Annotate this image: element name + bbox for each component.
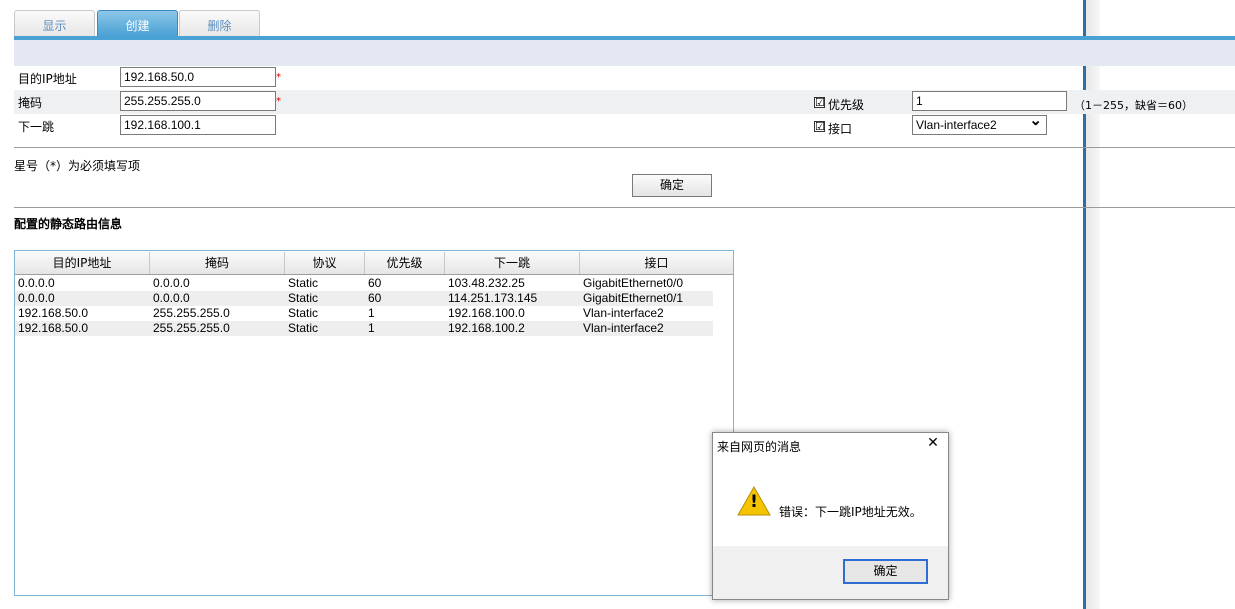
table-row[interactable]: 0.0.0.0 0.0.0.0 Static 60 114.251.173.14… bbox=[15, 291, 713, 306]
divider bbox=[14, 147, 1235, 148]
table-row[interactable]: 192.168.50.0 255.255.255.0 Static 1 192.… bbox=[15, 321, 713, 336]
column-header-interface[interactable]: 接口 bbox=[580, 252, 733, 274]
form-row-next-hop: 下一跳 192.168.100.1 ☑ 接口 Vlan-interface2 ⌄ bbox=[14, 112, 1235, 138]
priority-input[interactable]: 1 bbox=[912, 91, 1067, 111]
next-hop-input[interactable]: 192.168.100.1 bbox=[120, 115, 276, 135]
message-dialog: 来自网页的消息 ✕ ! 错误：下一跳IP地址无效。 确定 bbox=[712, 432, 949, 600]
form-header-band bbox=[14, 40, 1235, 66]
cell-mask: 255.255.255.0 bbox=[153, 321, 230, 335]
cell-interface: GigabitEthernet0/1 bbox=[583, 291, 684, 305]
form-row-dest-ip: 目的IP地址 192.168.50.0 * bbox=[14, 66, 1235, 90]
required-mark: * bbox=[276, 96, 281, 107]
table-row[interactable]: 192.168.50.0 255.255.255.0 Static 1 192.… bbox=[15, 306, 713, 321]
priority-label: 优先级 bbox=[828, 98, 865, 112]
cell-protocol: Static bbox=[288, 306, 319, 320]
required-mark: * bbox=[276, 72, 281, 83]
form-row-mask: 掩码 255.255.255.0 * ☑ 优先级 1 （1－255，缺省＝60） bbox=[14, 90, 1235, 114]
cell-protocol: Static bbox=[288, 291, 319, 305]
cell-interface: Vlan-interface2 bbox=[583, 306, 664, 320]
column-header-next-hop[interactable]: 下一跳 bbox=[445, 252, 580, 274]
mask-input[interactable]: 255.255.255.0 bbox=[120, 91, 276, 111]
column-header-dest-ip[interactable]: 目的IP地址 bbox=[15, 252, 150, 274]
priority-hint: （1－255，缺省＝60） bbox=[1074, 99, 1193, 112]
cell-interface: Vlan-interface2 bbox=[583, 321, 664, 335]
interface-selected-value: Vlan-interface2 bbox=[916, 118, 997, 132]
warning-icon: ! bbox=[737, 485, 771, 517]
cell-priority: 1 bbox=[368, 321, 375, 335]
chevron-down-icon: ⌄ bbox=[1029, 112, 1042, 129]
tab-display[interactable]: 显示 bbox=[14, 10, 95, 36]
dest-ip-label: 目的IP地址 bbox=[18, 72, 77, 86]
cell-dest-ip: 192.168.50.0 bbox=[18, 306, 89, 320]
cell-dest-ip: 192.168.50.0 bbox=[18, 321, 89, 335]
column-header-priority[interactable]: 优先级 bbox=[365, 252, 445, 274]
checkmark-icon: ☑ bbox=[815, 96, 825, 109]
priority-checkbox[interactable]: ☑ bbox=[814, 97, 825, 108]
column-header-protocol[interactable]: 协议 bbox=[285, 252, 365, 274]
cell-dest-ip: 0.0.0.0 bbox=[18, 276, 55, 290]
table-row[interactable]: 0.0.0.0 0.0.0.0 Static 60 103.48.232.25 … bbox=[15, 276, 713, 291]
cell-protocol: Static bbox=[288, 276, 319, 290]
dest-ip-input[interactable]: 192.168.50.0 bbox=[120, 67, 276, 87]
column-header-mask[interactable]: 掩码 bbox=[150, 252, 285, 274]
cell-next-hop: 103.48.232.25 bbox=[448, 276, 525, 290]
checkmark-icon: ☑ bbox=[815, 120, 825, 133]
table-title: 配置的静态路由信息 bbox=[14, 217, 123, 231]
tab-create[interactable]: 创建 bbox=[97, 10, 178, 36]
cell-dest-ip: 0.0.0.0 bbox=[18, 291, 55, 305]
cell-priority: 1 bbox=[368, 306, 375, 320]
dialog-title: 来自网页的消息 bbox=[717, 440, 802, 454]
dialog-ok-button[interactable]: 确定 bbox=[843, 559, 928, 584]
cell-protocol: Static bbox=[288, 321, 319, 335]
cell-interface: GigabitEthernet0/0 bbox=[583, 276, 684, 290]
cell-mask: 0.0.0.0 bbox=[153, 276, 190, 290]
table-header: 目的IP地址 掩码 协议 优先级 下一跳 接口 bbox=[15, 252, 733, 275]
divider bbox=[14, 207, 1235, 208]
cell-priority: 60 bbox=[368, 291, 382, 305]
cell-next-hop: 192.168.100.0 bbox=[448, 306, 525, 320]
interface-checkbox[interactable]: ☑ bbox=[814, 121, 825, 132]
cell-next-hop: 114.251.173.145 bbox=[448, 291, 538, 305]
warning-glyph: ! bbox=[750, 492, 758, 512]
tab-delete[interactable]: 删除 bbox=[179, 10, 260, 36]
interface-select[interactable]: Vlan-interface2 ⌄ bbox=[912, 112, 1047, 135]
required-note: 星号（*）为必须填写项 bbox=[14, 159, 141, 173]
dialog-message: 错误：下一跳IP地址无效。 bbox=[779, 505, 922, 519]
close-icon[interactable]: ✕ bbox=[925, 435, 941, 451]
cell-next-hop: 192.168.100.2 bbox=[448, 321, 525, 335]
cell-mask: 0.0.0.0 bbox=[153, 291, 190, 305]
cell-mask: 255.255.255.0 bbox=[153, 306, 230, 320]
dialog-footer: 确定 bbox=[713, 546, 948, 599]
next-hop-label: 下一跳 bbox=[18, 120, 55, 134]
mask-label: 掩码 bbox=[18, 96, 43, 110]
cell-priority: 60 bbox=[368, 276, 382, 290]
confirm-button[interactable]: 确定 bbox=[632, 174, 712, 197]
interface-label: 接口 bbox=[828, 122, 853, 136]
